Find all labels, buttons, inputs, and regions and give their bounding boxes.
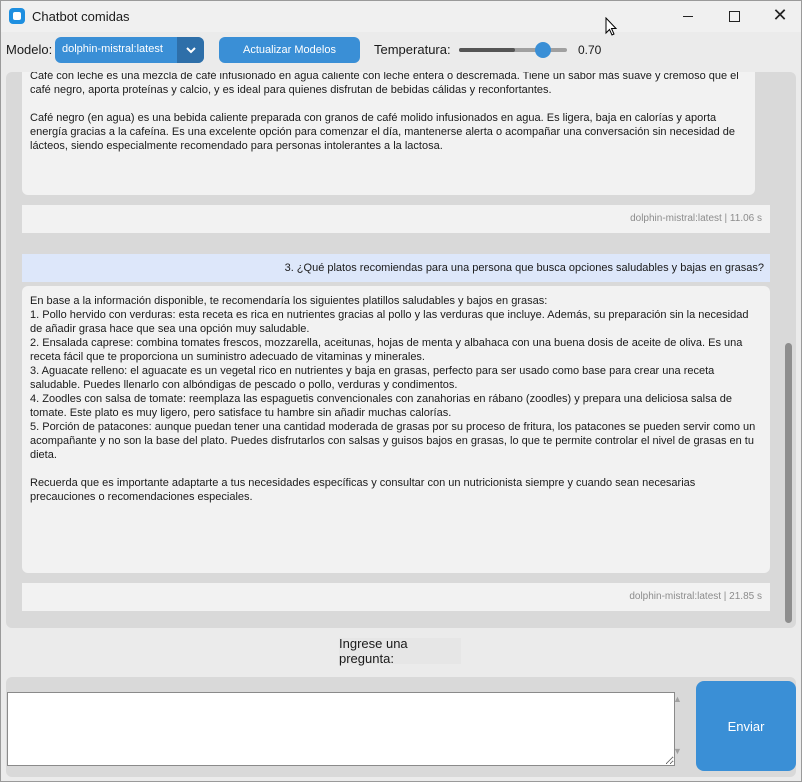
title-bar[interactable]: Chatbot comidas ✕ <box>1 1 801 32</box>
question-input[interactable] <box>7 692 675 766</box>
chat-app-icon <box>9 8 25 24</box>
chevron-down-icon <box>185 46 196 53</box>
chat-scrollbar-thumb[interactable] <box>785 343 792 623</box>
message-paragraph: En base a la información disponible, te … <box>30 295 756 461</box>
model-dropdown-button[interactable] <box>177 37 204 63</box>
message-paragraph: Café negro (en agua) es una bebida calie… <box>30 112 736 152</box>
assistant-message: En base a la información disponible, te … <box>22 286 770 573</box>
temperature-value: 0.70 <box>578 43 602 57</box>
model-label: Modelo: <box>6 42 53 57</box>
message-meta: dolphin-mistral:latest | 21.85 s <box>22 583 770 611</box>
scroll-up-icon[interactable]: ▲ <box>673 694 682 704</box>
update-models-button[interactable]: Actualizar Modelos <box>219 37 360 63</box>
message-paragraph: Café con leche es una mezcla de café inf… <box>30 72 739 96</box>
message-meta: dolphin-mistral:latest | 11.06 s <box>22 205 770 233</box>
temperature-slider-thumb[interactable] <box>535 42 551 58</box>
message-paragraph: Recuerda que es importante adaptarte a t… <box>30 477 696 503</box>
model-select-value: dolphin-mistral:latest <box>62 43 163 55</box>
maximize-icon <box>728 10 740 22</box>
user-message: 3. ¿Qué platos recomiendas para una pers… <box>22 254 770 282</box>
scroll-down-icon[interactable]: ▼ <box>673 746 682 756</box>
assistant-message: Café con leche es una mezcla de café inf… <box>22 72 755 195</box>
minimize-icon <box>683 15 693 17</box>
question-label: Ingrese una pregunta: <box>339 636 461 666</box>
send-button[interactable]: Enviar <box>696 681 796 771</box>
chat-history-panel[interactable]: Café con leche es una mezcla de café inf… <box>6 72 796 628</box>
mouse-cursor-icon <box>605 17 618 36</box>
minimize-button[interactable] <box>665 1 711 31</box>
close-icon: ✕ <box>772 5 788 26</box>
model-select[interactable]: dolphin-mistral:latest <box>55 37 204 63</box>
temperature-label: Temperatura: <box>374 42 451 57</box>
maximize-button[interactable] <box>711 1 757 31</box>
close-button[interactable]: ✕ <box>757 1 802 31</box>
window-title: Chatbot comidas <box>32 9 130 24</box>
temperature-slider-fill <box>459 48 515 52</box>
